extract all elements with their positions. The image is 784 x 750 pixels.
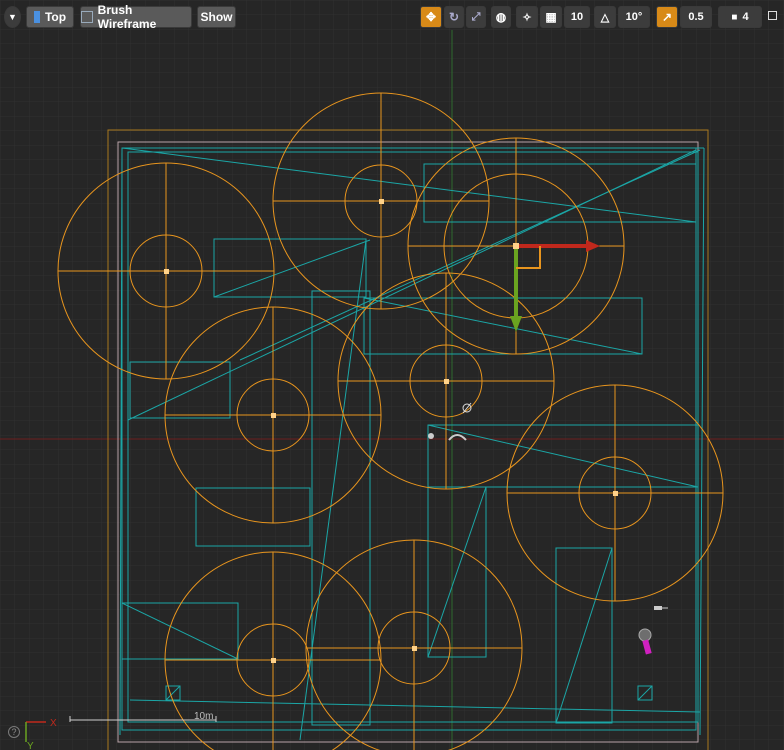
camera-speed-button[interactable]: ■ 4	[718, 6, 762, 28]
viewport-canvas[interactable]: X Y	[0, 0, 784, 750]
help-icon[interactable]: ?	[8, 726, 20, 738]
scale-bar-label: 10m	[194, 711, 214, 722]
top-view-icon	[33, 11, 40, 23]
scale-snap-value-button[interactable]: 0.5	[680, 6, 712, 28]
translate-icon: ✥	[425, 10, 437, 24]
camera-speed-value: 4	[742, 11, 749, 23]
viewport-options-button[interactable]: ▼	[4, 6, 21, 28]
view-mode-button[interactable]: Brush Wireframe	[80, 3, 192, 31]
rotate-mode-button[interactable]: ↻	[444, 6, 464, 28]
grid-snap-value-button[interactable]: 10	[564, 6, 590, 28]
camera-speed-icon: ■	[731, 11, 738, 23]
coordinate-space-button[interactable]: ◍	[491, 6, 511, 28]
rotation-snap-icon: △	[600, 11, 610, 24]
scale-snap-value: 0.5	[688, 11, 704, 23]
axis-y-label: Y	[27, 741, 34, 750]
show-button[interactable]: Show	[197, 6, 236, 28]
show-label: Show	[200, 10, 233, 24]
world-space-icon: ◍	[495, 10, 507, 24]
rotation-snap-value: 10°	[625, 11, 643, 23]
help-glyph: ?	[11, 727, 17, 737]
rotate-icon: ↻	[448, 10, 460, 24]
level-viewport[interactable]: X Y ▼ Top Brush Wireframe Show ✥ ↻ ⤢ ◍ ✧…	[0, 0, 784, 750]
rotation-snap-toggle[interactable]: △	[594, 6, 616, 28]
axis-x-label: X	[50, 718, 57, 729]
view-type-label: Top	[44, 10, 67, 24]
rotation-snap-value-button[interactable]: 10°	[618, 6, 650, 28]
gizmo-center[interactable]	[513, 243, 519, 249]
grid-snap-toggle[interactable]: ▦	[540, 6, 562, 28]
scale-icon: ⤢	[471, 10, 481, 23]
view-type-button[interactable]: Top	[26, 6, 74, 28]
dropdown-arrow-icon: ▼	[8, 12, 17, 22]
grid-snap-icon: ▦	[545, 10, 557, 24]
surface-snap-icon: ✧	[522, 11, 532, 24]
scale-snap-icon: ↗	[661, 10, 673, 24]
wireframe-mode-icon	[81, 11, 93, 23]
scale-mode-button[interactable]: ⤢	[466, 6, 486, 28]
surface-snap-button[interactable]: ✧	[516, 6, 538, 28]
scale-snap-toggle[interactable]: ↗	[656, 6, 678, 28]
grid-snap-value: 10	[570, 11, 584, 23]
maximize-viewport-icon[interactable]	[768, 11, 777, 20]
view-mode-label: Brush Wireframe	[97, 3, 157, 31]
translate-mode-button[interactable]: ✥	[420, 6, 442, 28]
